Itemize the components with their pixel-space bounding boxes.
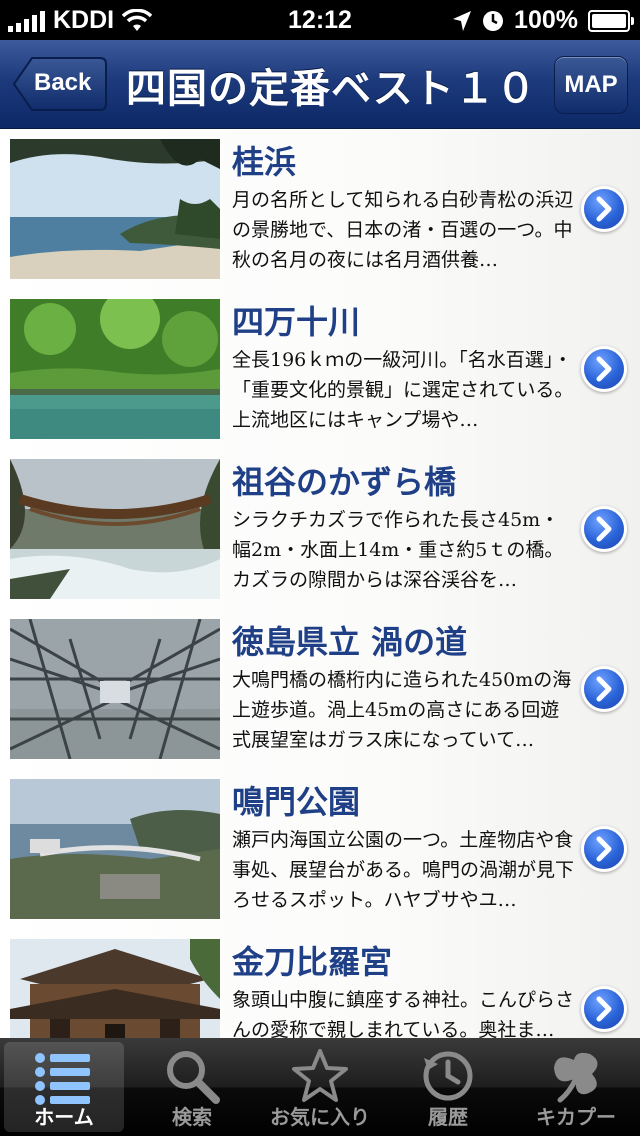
map-button[interactable]: MAP — [554, 56, 628, 114]
kikapoo-logo-icon — [554, 1052, 598, 1103]
spot-description: 月の名所として知られる白砂青松の浜辺の景勝地で、日本の渚・百選の一つ。中秋の名月… — [232, 189, 574, 271]
tab-bar: ホーム 検索 お気に入り 履歴 キカプー — [0, 1038, 640, 1136]
spot-title: 祖谷のかずら橋 — [232, 463, 457, 501]
spot-thumbnail — [10, 619, 220, 759]
spot-thumbnail — [10, 299, 220, 439]
tab-history[interactable]: 履歴 — [384, 1038, 512, 1136]
spot-title: 桂浜 — [232, 143, 297, 181]
chevron-right-icon[interactable] — [584, 509, 624, 549]
list-item[interactable]: 四万十川 全長196ｋｍの一級河川。「名水百選」・「重要文化的景観」に選定されて… — [0, 289, 640, 451]
tab-kikapoo[interactable]: キカプー — [512, 1038, 640, 1136]
list-item[interactable]: 金刀比羅宮 象頭山中腹に鎮座する神社。こんぴらさんの愛称で親しまれている。奥社ま… — [0, 929, 640, 1038]
status-bar: KDDI 12:12 100% — [0, 0, 640, 40]
list-item[interactable]: 鳴門公園 瀬戸内海国立公園の一つ。土産物店や食事処、展望台がある。鳴門の渦潮が見… — [0, 769, 640, 931]
spot-description: 全長196ｋｍの一級河川。「名水百選」・「重要文化的景観」に選定されている。上流… — [232, 349, 574, 431]
tab-label: 検索 — [172, 1105, 212, 1129]
star-icon — [292, 1049, 348, 1102]
navigation-bar: Back 四国の定番ベスト１０ MAP — [0, 40, 640, 129]
spot-list: 桂浜 月の名所として知られる白砂青松の浜辺の景勝地で、日本の渚・百選の一つ。中秋… — [0, 129, 640, 1038]
tab-favorites[interactable]: お気に入り — [256, 1038, 384, 1136]
chevron-right-icon[interactable] — [584, 349, 624, 389]
list-icon — [35, 1053, 90, 1105]
tab-label: 履歴 — [428, 1105, 468, 1129]
spot-thumbnail — [10, 939, 220, 1038]
location-arrow-icon — [453, 10, 472, 31]
tab-search[interactable]: 検索 — [128, 1038, 256, 1136]
list-item[interactable]: 徳島県立 渦の道 大鳴門橋の橋桁内に造られた450mの海上遊歩道。渦上45mの高… — [0, 609, 640, 771]
back-button[interactable]: Back — [12, 56, 108, 112]
chevron-right-icon[interactable] — [584, 189, 624, 229]
spot-description: 大鳴門橋の橋桁内に造られた450mの海上遊歩道。渦上45mの高さにある回遊式展望… — [232, 669, 572, 751]
clock-lock-icon — [483, 10, 504, 31]
list-item[interactable]: 桂浜 月の名所として知られる白砂青松の浜辺の景勝地で、日本の渚・百選の一つ。中秋… — [0, 129, 640, 291]
tab-label: お気に入り — [270, 1105, 370, 1129]
spot-title: 徳島県立 渦の道 — [232, 623, 468, 661]
spot-description: 象頭山中腹に鎮座する神社。こんぴらさんの愛称で親しまれている。奥社ま… — [232, 989, 574, 1038]
battery-percent: 100% — [514, 6, 578, 34]
back-button-label: Back — [34, 69, 92, 96]
history-icon — [423, 1051, 473, 1101]
battery-icon — [588, 9, 634, 32]
spot-title: 金刀比羅宮 — [232, 943, 393, 981]
chevron-right-icon[interactable] — [584, 989, 624, 1029]
search-icon — [167, 1051, 220, 1104]
list-item[interactable]: 祖谷のかずら橋 シラクチカズラで作られた長さ45m・幅2m・水面上14m・重さ約… — [0, 449, 640, 611]
chevron-right-icon[interactable] — [584, 669, 624, 709]
spot-thumbnail — [10, 779, 220, 919]
spot-title: 四万十川 — [232, 303, 361, 341]
tab-label: キカプー — [536, 1105, 616, 1129]
spot-description: 瀬戸内海国立公園の一つ。土産物店や食事処、展望台がある。鳴門の渦潮が見下ろせるス… — [232, 829, 574, 911]
tab-label: ホーム — [34, 1105, 94, 1129]
chevron-right-icon[interactable] — [584, 829, 624, 869]
spot-title: 鳴門公園 — [232, 783, 361, 821]
spot-description: シラクチカズラで作られた長さ45m・幅2m・水面上14m・重さ約5ｔの橋。カズラ… — [232, 509, 564, 591]
spot-thumbnail — [10, 139, 220, 279]
page-title: 四国の定番ベスト１０ — [126, 66, 537, 112]
spot-thumbnail — [10, 459, 220, 599]
tab-home[interactable]: ホーム — [4, 1042, 124, 1132]
